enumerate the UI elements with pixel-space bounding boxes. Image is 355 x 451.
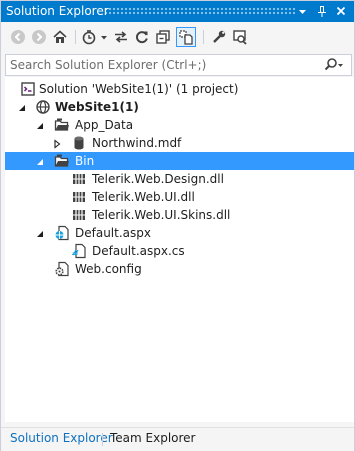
tree-item-default-cs[interactable]: Default.aspx.cs: [5, 242, 354, 260]
tree-item-label: WebSite1(1): [55, 100, 139, 114]
tree-item-label: App_Data: [75, 118, 134, 132]
tree-item-label: Telerik.Web.UI.dll: [92, 190, 195, 204]
back-icon[interactable]: [9, 28, 27, 46]
collapsed-arrow-icon[interactable]: [52, 138, 62, 149]
search-icon[interactable]: [324, 57, 344, 76]
expanded-arrow-icon[interactable]: [35, 120, 45, 130]
tree-item-label: Telerik.Web.Design.dll: [92, 172, 224, 186]
tab-solution-explorer[interactable]: Solution Explorer: [10, 431, 113, 445]
tree-item-website[interactable]: WebSite1(1): [5, 98, 354, 116]
expanded-arrow-icon[interactable]: [35, 156, 45, 166]
tree-item-default-aspx[interactable]: Default.aspx: [5, 224, 354, 242]
bottom-tab-strip: Solution Explorer Team Explorer: [1, 427, 354, 451]
database-icon: [71, 135, 87, 151]
window-title: Solution Explorer: [6, 4, 109, 18]
globe-icon: [35, 99, 51, 115]
toolbar: [1, 22, 354, 52]
search-box[interactable]: [5, 54, 352, 76]
tree-item-dll-skins[interactable]: Telerik.Web.UI.Skins.dll: [5, 206, 354, 224]
tree-item-web-config[interactable]: Web.config: [5, 260, 354, 278]
assembly-reference-icon: [71, 207, 87, 223]
solution-tree: Solution 'WebSite1(1)' (1 project) WebSi…: [5, 77, 354, 422]
tree-item-dll-design[interactable]: Telerik.Web.Design.dll: [5, 170, 354, 188]
expanded-arrow-icon[interactable]: [17, 102, 27, 112]
config-file-icon: [54, 261, 70, 277]
assembly-reference-icon: [71, 171, 87, 187]
tree-item-label: Solution 'WebSite1(1)' (1 project): [39, 82, 239, 96]
pin-icon[interactable]: [315, 3, 329, 19]
sync-with-active-document-icon[interactable]: [112, 28, 130, 46]
refresh-icon[interactable]: [133, 28, 151, 46]
tree-item-northwind[interactable]: Northwind.mdf: [5, 134, 354, 152]
pending-changes-filter-icon[interactable]: [81, 28, 109, 46]
expanded-arrow-icon[interactable]: [35, 228, 45, 238]
tree-item-label: Northwind.mdf: [92, 136, 182, 150]
folder-open-icon: [54, 117, 70, 133]
solution-explorer-window: Solution Explorer Search Solution Explor…: [0, 0, 355, 451]
web-page-icon: [54, 225, 70, 241]
csharp-file-icon: [71, 243, 87, 259]
close-icon[interactable]: [334, 3, 348, 19]
tree-item-label: Telerik.Web.UI.Skins.dll: [92, 208, 231, 222]
toolbar-separator: [203, 30, 204, 44]
assembly-reference-icon: [71, 189, 87, 205]
search-input[interactable]: [10, 57, 310, 73]
tree-item-solution[interactable]: Solution 'WebSite1(1)' (1 project): [5, 80, 354, 98]
preview-selected-items-icon[interactable]: [231, 28, 249, 46]
tree-item-app-data[interactable]: App_Data: [5, 116, 354, 134]
tree-item-label: Default.aspx: [75, 226, 151, 240]
forward-icon[interactable]: [30, 28, 48, 46]
dropdown-arrow-icon[interactable]: [295, 3, 309, 19]
title-bar-grip: [104, 7, 296, 16]
title-bar[interactable]: Solution Explorer: [1, 1, 354, 22]
solution-icon: [20, 81, 36, 97]
collapse-all-icon[interactable]: [154, 28, 172, 46]
tab-separator: [102, 433, 103, 446]
tree-item-dll-ui[interactable]: Telerik.Web.UI.dll: [5, 188, 354, 206]
toolbar-separator: [75, 30, 76, 44]
folder-open-icon: [54, 153, 70, 169]
show-all-files-icon[interactable]: [176, 27, 196, 47]
home-icon[interactable]: [51, 28, 69, 46]
tree-item-label: Default.aspx.cs: [92, 244, 185, 258]
tab-team-explorer[interactable]: Team Explorer: [110, 431, 196, 445]
tree-item-bin[interactable]: Bin: [5, 152, 354, 170]
tree-item-label: Bin: [75, 154, 95, 168]
tree-item-label: Web.config: [75, 262, 142, 276]
properties-icon[interactable]: [210, 28, 228, 46]
